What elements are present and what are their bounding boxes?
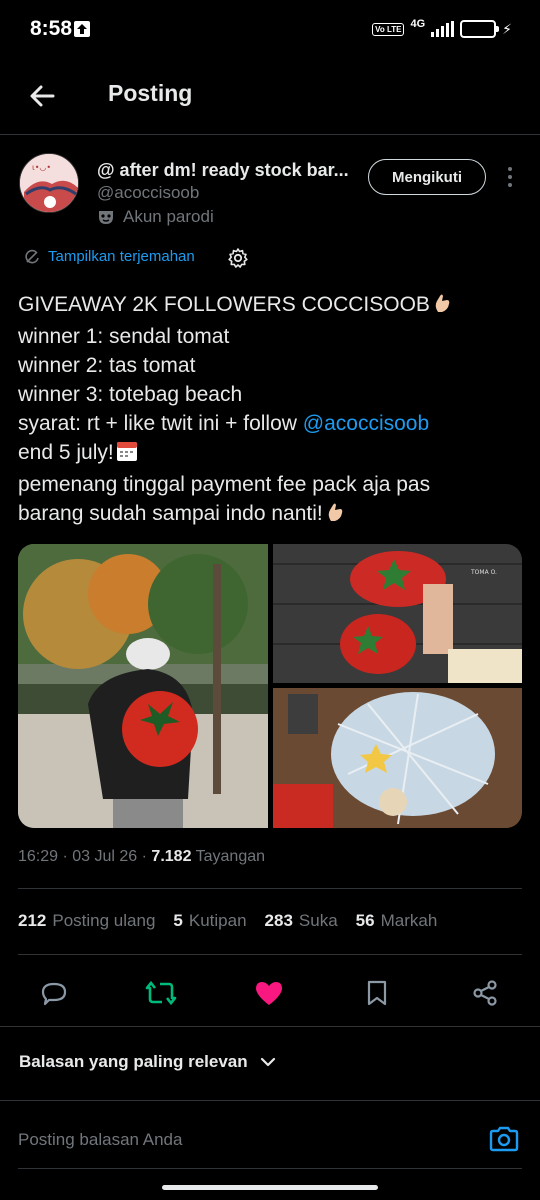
divider [18,888,522,889]
calendar-emoji [116,440,138,470]
upload-notification-icon [74,21,90,37]
post-actions [18,968,522,1016]
media-image-beach-totebag[interactable] [273,688,522,828]
arrow-left-icon [30,85,55,107]
post-meta: 16:29 · 03 Jul 26 · 7.182 Tayangan [18,848,266,865]
quotes-label: Kutipan [188,911,247,930]
parody-label: Akun parodi [97,207,214,227]
post-line: winner 1: sendal tomat [18,325,230,348]
back-button[interactable] [22,76,62,116]
bookmark-button[interactable] [360,976,394,1010]
post-line: barang sudah sampai indo nanti! [18,499,523,531]
following-button[interactable]: Mengikuti [368,159,486,195]
mention-link[interactable]: @acoccisoob [303,412,429,435]
divider [18,954,522,955]
likes-count: 283 [264,911,293,930]
post-body: GIVEAWAY 2K FOLLOWERS COCCISOOB winner 1… [18,290,523,531]
parody-text: Akun parodi [123,207,214,226]
post-line: GIVEAWAY 2K FOLLOWERS COCCISOOB [18,290,523,322]
media-image-tomato-sandals[interactable]: TOMA O. [273,544,522,683]
battery-level: 55 [472,23,485,35]
repost-button[interactable] [144,976,178,1010]
likes-label: Suka [298,911,338,930]
home-indicator[interactable] [162,1185,378,1190]
translation-settings-button[interactable] [227,247,249,274]
post-line: pemenang tinggal payment fee pack aja pa… [18,473,431,496]
show-translation-link[interactable]: Tampilkan terjemahan [24,248,195,265]
reposts-count: 212 [18,911,47,930]
reposts-label: Posting ulang [52,911,156,930]
gear-icon [228,248,248,268]
post-line: syarat: rt + like twit ini + follow @aco… [18,412,430,435]
translate-label: Tampilkan terjemahan [48,248,195,265]
finger-heart-emoji [432,292,452,322]
page-title: Posting [108,80,193,106]
bookmarks-stat[interactable]: 56 Markah [356,911,438,931]
chevron-down-icon [260,1057,275,1067]
camera-button[interactable] [488,1124,520,1159]
post-time: 16:29 [18,848,59,865]
more-vertical-icon [508,167,512,187]
signal-icon [431,21,455,37]
bookmarks-count: 56 [355,911,375,930]
media-grid: TOMA O. [18,544,522,828]
svg-text:ι•◡•: ι•◡• [32,163,51,172]
reply-icon [41,982,67,1006]
views-label: Tayangan [195,848,266,865]
share-button[interactable] [468,976,502,1010]
reply-sort-label: Balasan yang paling relevan [19,1052,248,1071]
translate-icon [25,249,39,263]
heart-icon [256,982,282,1005]
post-line: end 5 july! [18,438,523,470]
divider [18,1168,522,1169]
network-type: 4G [410,18,426,30]
engagement-stats: 212 Posting ulang 5 Kutipan 283 Suka 56 Mark… [18,911,437,931]
more-options-button[interactable] [500,165,520,189]
author-handle[interactable]: @acoccisoob [97,183,199,203]
avatar[interactable]: ι•◡• [19,153,79,213]
share-icon [473,980,497,1006]
likes-stat[interactable]: 283 Suka [265,911,338,931]
reply-input[interactable] [18,1127,458,1153]
status-indicators: Vo LTE 4G 55 ⚡ [372,18,512,40]
volte-icon: Vo LTE [372,22,405,36]
status-bar: 8:58 Vo LTE 4G 55 ⚡ [0,0,540,58]
svg-text:TOMA O.: TOMA O. [470,569,497,576]
media-image-tomato-backpack[interactable] [18,544,268,828]
divider [0,1100,540,1101]
camera-icon [489,1126,519,1152]
author-name[interactable]: @ after dm! ready stock bar... [97,160,355,181]
reposts-stat[interactable]: 212 Posting ulang [18,911,155,931]
bookmark-icon [367,980,387,1006]
post-date: 03 Jul 26 [72,848,138,865]
reply-button[interactable] [37,976,71,1010]
like-button[interactable] [252,976,286,1010]
theater-mask-icon [99,211,113,224]
post-line: winner 2: tas tomat [18,354,196,377]
post-line: winner 3: totebag beach [18,383,243,406]
view-count[interactable]: 7.182 [151,848,191,865]
charging-icon: ⚡ [502,20,512,37]
finger-heart-emoji [325,501,345,531]
top-app-bar: Posting [0,58,540,135]
reply-sort-dropdown[interactable]: Balasan yang paling relevan [19,1052,276,1072]
divider [0,1026,540,1027]
quotes-count: 5 [173,911,183,930]
quotes-stat[interactable]: 5 Kutipan [173,911,246,931]
bookmarks-label: Markah [380,911,438,930]
repost-icon [145,980,177,1006]
battery-icon: 55 [460,20,500,38]
status-time: 8:58 [30,17,73,40]
